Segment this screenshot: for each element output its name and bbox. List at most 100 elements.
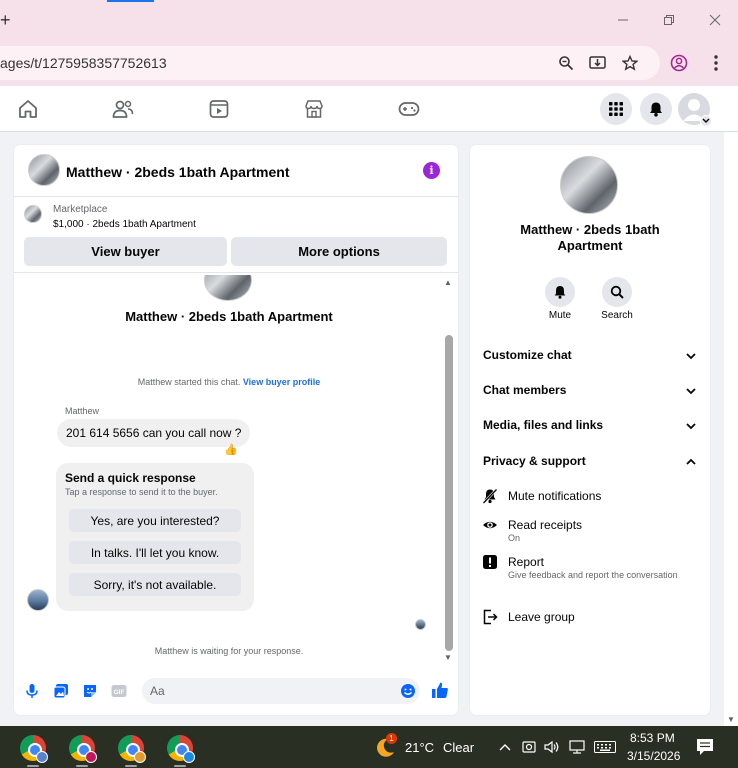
minimize-icon[interactable]: [612, 10, 634, 30]
chat-title[interactable]: Matthew · 2beds 1bath Apartment: [66, 164, 290, 180]
zoom-icon[interactable]: [557, 54, 575, 72]
message-bubble[interactable]: 201 614 5656 can you call now ?: [57, 419, 251, 447]
browser-titlebar: +: [0, 0, 738, 40]
report-item[interactable]: Report Give feedback and report the conv…: [482, 554, 692, 596]
chrome-app-icon-1[interactable]: [20, 735, 48, 763]
quick-reply-in-talks[interactable]: In talks. I'll let you know.: [69, 541, 241, 564]
weather-temperature[interactable]: 21°C: [405, 740, 434, 755]
info-icon[interactable]: i: [423, 162, 440, 179]
scroll-up-icon[interactable]: ▲: [444, 278, 452, 287]
browser-menu-icon[interactable]: [707, 54, 725, 72]
chrome-app-icon-4[interactable]: [167, 735, 195, 763]
show-hidden-icons-chevron-icon[interactable]: [497, 739, 513, 755]
listing-thumbnail[interactable]: [24, 205, 42, 223]
chat-started-notice: Matthew started this chat. View buyer pr…: [137, 377, 321, 387]
conversation-area: Matthew · 2beds 1bath Apartment Matthew …: [14, 275, 458, 665]
weather-condition[interactable]: Clear: [443, 740, 474, 755]
address-bar-row: ages/t/1275958357752613: [0, 40, 738, 86]
sender-avatar[interactable]: [27, 589, 49, 611]
photo-icon[interactable]: [53, 683, 69, 699]
search-label: Search: [601, 310, 633, 321]
speaker-icon[interactable]: [544, 739, 560, 755]
search-button[interactable]: [602, 277, 632, 307]
scrollbar-thumb[interactable]: [445, 335, 453, 651]
section-media-files-links[interactable]: Media, files and links: [483, 418, 697, 438]
mute-label: Mute: [548, 310, 572, 321]
grid-icon: [609, 102, 623, 116]
eye-icon: [482, 517, 498, 533]
waiting-notice: Matthew is waiting for your response.: [154, 646, 304, 656]
active-tab-indicator: [107, 0, 154, 2]
conversation-info-panel: Matthew · 2beds 1bath Apartment Mute Sea…: [470, 145, 710, 715]
profile-icon[interactable]: [670, 54, 688, 72]
section-customize-chat[interactable]: Customize chat: [483, 348, 697, 368]
gaming-icon[interactable]: [398, 98, 420, 120]
watch-icon[interactable]: [208, 98, 230, 120]
page-scrollbar[interactable]: ▼: [724, 132, 738, 726]
chevron-down-icon: [686, 423, 696, 430]
thumbs-up-reaction-icon[interactable]: 👍: [224, 443, 238, 456]
view-buyer-profile-link[interactable]: View buyer profile: [243, 377, 320, 387]
chevron-up-icon: [686, 458, 696, 465]
conversation-avatar: [204, 275, 252, 301]
bell-off-icon: [482, 488, 498, 504]
clock-date[interactable]: 3/15/2026: [627, 749, 680, 763]
page-scroll-down-icon[interactable]: ▼: [727, 715, 735, 724]
keyboard-icon[interactable]: [594, 739, 616, 755]
read-receipts-item[interactable]: Read receipts On: [482, 517, 692, 547]
quick-response-subtitle: Tap a response to send it to the buyer.: [65, 487, 218, 497]
clock-time[interactable]: 8:53 PM: [630, 731, 675, 745]
like-send-icon[interactable]: [431, 681, 449, 699]
install-app-icon[interactable]: [589, 54, 607, 72]
app-running-indicator: [76, 765, 88, 767]
friends-icon[interactable]: [112, 98, 134, 120]
address-bar[interactable]: ages/t/1275958357752613: [0, 46, 660, 80]
search-icon: [610, 285, 624, 299]
bookmark-star-icon[interactable]: [621, 54, 639, 72]
menu-grid-button[interactable]: [600, 93, 632, 125]
marketplace-icon[interactable]: [303, 98, 325, 120]
facebook-top-nav: [0, 86, 738, 132]
app-running-indicator: [125, 765, 137, 767]
mute-button[interactable]: [545, 277, 575, 307]
restore-icon[interactable]: [658, 10, 680, 30]
emoji-icon[interactable]: [400, 683, 416, 699]
mute-notifications-item[interactable]: Mute notifications: [482, 488, 692, 508]
notifications-button[interactable]: [640, 93, 672, 125]
scroll-down-icon[interactable]: ▼: [444, 653, 452, 662]
chat-panel: Matthew · 2beds 1bath Apartment i Market…: [14, 145, 458, 715]
home-icon[interactable]: [17, 98, 39, 120]
close-window-icon[interactable]: [704, 10, 726, 30]
url-text[interactable]: ages/t/1275958357752613: [0, 55, 167, 71]
chevron-down-icon: [686, 353, 696, 360]
message-input[interactable]: [142, 678, 420, 704]
notification-center-icon[interactable]: [696, 738, 714, 756]
message-sender: Matthew: [65, 406, 100, 416]
more-options-button[interactable]: More options: [231, 237, 447, 266]
microphone-icon[interactable]: [24, 683, 40, 699]
quick-reply-interested[interactable]: Yes, are you interested?: [69, 509, 241, 532]
quick-response-card: Send a quick response Tap a response to …: [56, 463, 254, 611]
profile-avatar[interactable]: [560, 156, 618, 214]
chevron-down-icon: [686, 388, 696, 395]
network-icon[interactable]: [569, 739, 585, 755]
sticker-icon[interactable]: [82, 683, 98, 699]
new-tab-button[interactable]: +: [0, 10, 14, 30]
quick-reply-not-available[interactable]: Sorry, it's not available.: [69, 573, 241, 596]
chat-header: Matthew · 2beds 1bath Apartment i: [14, 145, 458, 197]
gif-icon[interactable]: GIF: [111, 683, 127, 699]
leave-group-item[interactable]: Leave group: [482, 609, 692, 629]
seen-indicator-avatar: [415, 619, 426, 630]
chrome-app-icon-2[interactable]: [69, 735, 97, 763]
section-privacy-support[interactable]: Privacy & support: [483, 454, 697, 474]
marketplace-listing-bar: Marketplace $1,000 · 2beds 1bath Apartme…: [14, 197, 458, 273]
leave-icon: [482, 609, 498, 625]
section-chat-members[interactable]: Chat members: [483, 383, 697, 403]
chrome-app-icon-3[interactable]: [118, 735, 146, 763]
webcam-icon[interactable]: [521, 739, 537, 755]
report-icon: [482, 554, 498, 570]
quick-response-title: Send a quick response: [65, 471, 196, 485]
chat-avatar[interactable]: [28, 154, 60, 186]
view-buyer-button[interactable]: View buyer: [24, 237, 227, 266]
account-chevron-icon[interactable]: [700, 115, 712, 127]
